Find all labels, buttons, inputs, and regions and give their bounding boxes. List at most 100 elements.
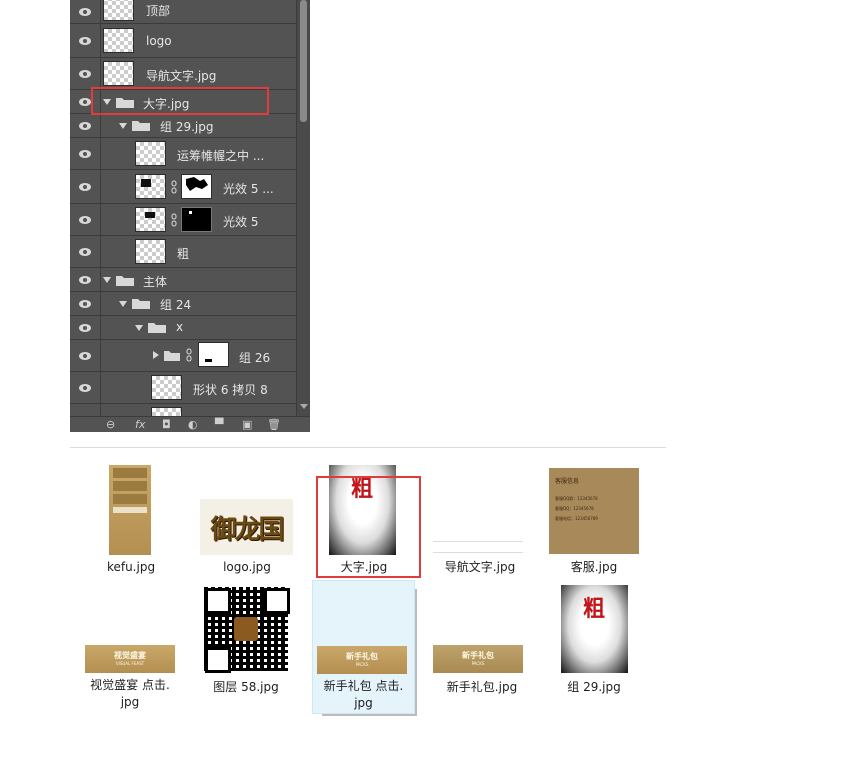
layer-row[interactable]: 顶部: [70, 0, 296, 24]
kefu-thumb-line: 客服电话：123456789: [555, 516, 598, 521]
chain-link-icon[interactable]: [186, 348, 192, 362]
layer-row[interactable]: 运筹帷幄之中 ...: [70, 138, 296, 170]
expand-arrow-icon[interactable]: [119, 123, 127, 129]
layer-thumbnail: [135, 141, 166, 166]
scrollbar-thumb[interactable]: [300, 0, 307, 122]
file-item[interactable]: 粗 组 29.jpg: [546, 583, 642, 698]
file-thumbnail: [109, 465, 151, 555]
file-thumbnail: 视觉盛宴 VISUAL FEAST: [85, 645, 175, 673]
visibility-eye-icon[interactable]: [70, 58, 101, 89]
visibility-eye-icon[interactable]: [70, 372, 101, 403]
delete-layer-icon[interactable]: 🗑: [267, 419, 281, 431]
layer-thumbnail: [151, 375, 182, 400]
banner-text: 视觉盛宴: [114, 651, 146, 660]
file-name-line2: jpg: [120, 695, 140, 709]
folder-icon: [164, 351, 180, 361]
file-explorer: kefu.jpg 御龙国 logo.jpg 粗 大字.jpg 导航文字.jpg …: [70, 447, 666, 764]
layer-row[interactable]: 形状 6 拷贝 8: [70, 372, 296, 404]
file-name-line1: 新手礼包 点击.: [323, 679, 404, 693]
layer-name: 组 26: [239, 351, 271, 365]
folder-icon: [148, 323, 166, 333]
folder-icon: [132, 121, 150, 131]
file-thumbnail: 新手礼包 PACKS: [317, 646, 407, 674]
file-name: 新手礼包.jpg: [446, 680, 518, 694]
drag-shadow: [322, 714, 417, 716]
file-item[interactable]: 御龙国 logo.jpg: [196, 463, 298, 578]
visibility-eye-icon[interactable]: [70, 114, 101, 137]
file-name: 组 29.jpg: [567, 680, 621, 694]
expand-arrow-icon[interactable]: [103, 277, 111, 283]
new-group-icon[interactable]: ▀: [215, 419, 223, 431]
visibility-eye-icon[interactable]: [70, 268, 101, 291]
file-thumbnail: 粗: [561, 585, 628, 673]
layer-name: 导航文字.jpg: [146, 69, 217, 83]
file-item[interactable]: kefu.jpg: [90, 463, 172, 578]
layer-group-row[interactable]: 组 29.jpg: [70, 114, 296, 138]
new-layer-icon[interactable]: ▣: [242, 419, 252, 431]
layer-name: 组 24: [160, 298, 192, 312]
file-item-selected[interactable]: 新手礼包 PACKS 新手礼包 点击. jpg: [312, 580, 415, 714]
layer-group-row[interactable]: x: [70, 316, 296, 340]
link-layers-icon[interactable]: ⊖: [106, 419, 115, 431]
layers-panel: 顶部 logo 导航文字.jpg 大字.jpg 组 29.jpg 运筹帷幄之中 …: [70, 0, 310, 432]
file-item[interactable]: 图层 58.jpg: [196, 583, 296, 698]
gift-text: 新手礼包: [346, 652, 378, 661]
expand-arrow-icon[interactable]: [135, 325, 143, 331]
layer-thumbnail: [135, 207, 166, 232]
folder-icon: [132, 299, 150, 309]
gift-text: 新手礼包: [462, 651, 494, 660]
layer-name: 光效 5: [223, 215, 259, 229]
visibility-eye-icon[interactable]: [70, 0, 101, 23]
layer-thumbnail: [103, 28, 134, 53]
file-name: 图层 58.jpg: [213, 680, 279, 694]
gift-subtext: PACKS: [471, 661, 485, 666]
fx-icon[interactable]: fx: [135, 419, 145, 431]
layer-thumbnail: [135, 174, 166, 199]
layer-row[interactable]: 光效 5 ...: [70, 170, 296, 204]
chain-link-icon[interactable]: [171, 180, 177, 194]
layer-name: 顶部: [146, 4, 171, 18]
file-item[interactable]: 客服信息 客服QQ群：12345678 客服QQ：12345678 客服电话：1…: [546, 463, 642, 578]
file-thumbnail: 新手礼包 PACKS: [433, 645, 523, 673]
file-name-line2: jpg: [354, 696, 373, 710]
visibility-eye-icon[interactable]: [70, 340, 101, 371]
visibility-eye-icon[interactable]: [70, 24, 101, 57]
adjustment-layer-icon[interactable]: ◐: [188, 419, 198, 431]
expand-arrow-icon[interactable]: [119, 301, 127, 307]
layer-thumbnail: [135, 239, 166, 264]
layer-row[interactable]: 光效 5: [70, 204, 296, 236]
kefu-thumb-line: 客服QQ：12345678: [555, 506, 594, 511]
file-name: 视觉盛宴 点击. jpg: [80, 677, 180, 711]
scroll-down-arrow-icon[interactable]: [300, 404, 308, 409]
folder-icon: [116, 276, 134, 286]
file-name: kefu.jpg: [106, 560, 156, 574]
visibility-eye-icon[interactable]: [70, 138, 101, 169]
file-item[interactable]: 新手礼包 PACKS 新手礼包.jpg: [430, 583, 534, 698]
layer-group-row[interactable]: 主体: [70, 268, 296, 292]
add-mask-icon[interactable]: ◘: [162, 419, 171, 431]
layer-row[interactable]: logo: [70, 24, 296, 58]
visibility-eye-icon[interactable]: [70, 236, 101, 267]
layer-thumbnail: [103, 61, 134, 86]
kefu-thumb-title: 客服信息: [555, 478, 580, 485]
layer-group-row[interactable]: 组 26: [70, 340, 296, 372]
drag-shadow: [415, 589, 417, 716]
mask-thumbnail: [181, 174, 212, 199]
layer-row[interactable]: 粗: [70, 236, 296, 268]
visibility-eye-icon[interactable]: [70, 316, 101, 339]
file-item[interactable]: 导航文字.jpg: [430, 463, 530, 578]
chain-link-icon[interactable]: [171, 213, 177, 227]
layer-name: 光效 5 ...: [223, 182, 274, 196]
layer-thumbnail: [103, 0, 134, 21]
visibility-eye-icon[interactable]: [70, 292, 101, 315]
file-item[interactable]: 视觉盛宴 VISUAL FEAST 视觉盛宴 点击. jpg: [80, 583, 180, 713]
file-name: 导航文字.jpg: [444, 560, 516, 574]
layer-group-row[interactable]: 组 24: [70, 292, 296, 316]
layer-name: x: [176, 320, 184, 334]
layer-row[interactable]: 导航文字.jpg: [70, 58, 296, 90]
banner-subtext: VISUAL FEAST: [115, 661, 145, 666]
layers-scrollbar[interactable]: [296, 0, 310, 416]
collapse-arrow-icon[interactable]: [153, 351, 159, 359]
visibility-eye-icon[interactable]: [70, 204, 101, 235]
visibility-eye-icon[interactable]: [70, 170, 101, 203]
